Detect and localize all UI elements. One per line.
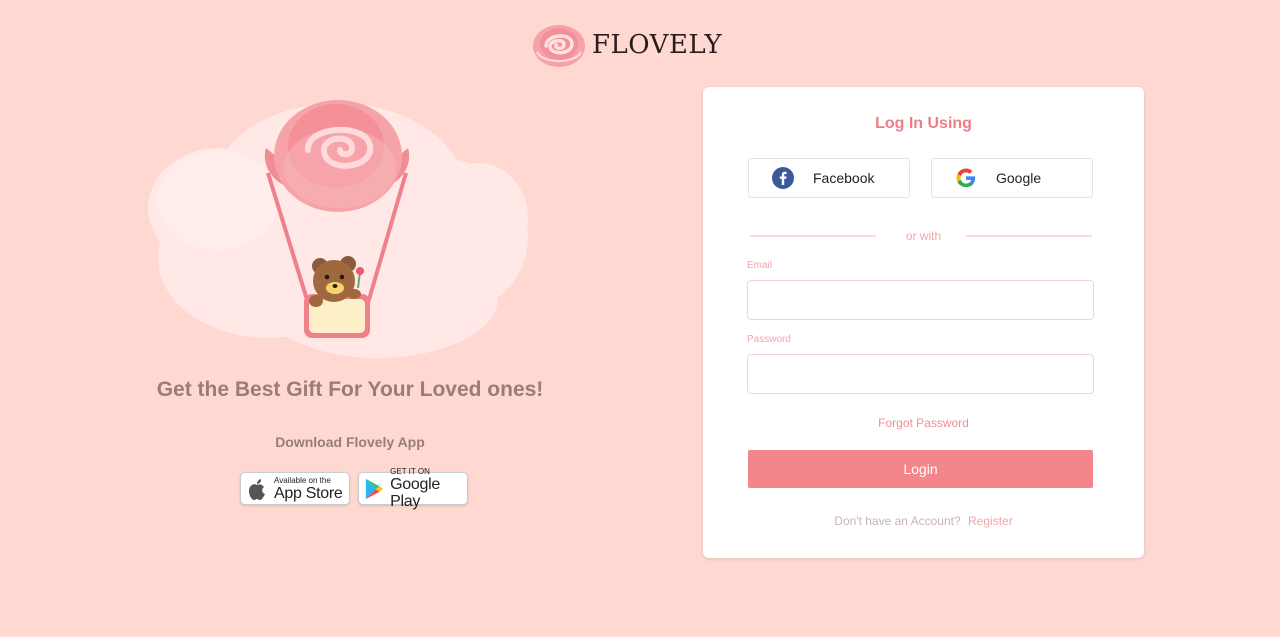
no-account-text: Don't have an Account? [834,514,961,528]
brand-name: FLOVELY [592,30,723,60]
google-play-big-text: Google Play [390,476,440,510]
app-store-small-text: Available on the [274,475,331,485]
divider-right [966,235,1092,237]
brand-header[interactable]: FLOVELY [532,22,722,68]
google-login-button[interactable]: Google [931,158,1093,198]
google-play-icon [365,478,384,499]
email-label: Email [747,260,773,271]
hero-tagline: Get the Best Gift For Your Loved ones! [156,378,544,401]
rose-logo-icon [533,25,585,67]
password-field[interactable] [747,354,1094,394]
facebook-label: Facebook [813,170,875,186]
hot-air-balloon-illustration [148,100,528,358]
app-store-button[interactable]: Available on the App Store [240,472,350,505]
apple-icon [249,478,265,500]
google-play-small-text: GET IT ON [390,467,430,476]
register-link[interactable]: Register [968,514,1013,528]
login-card: Log In Using Facebook Google or with Ema… [703,87,1144,558]
google-icon [954,166,978,190]
facebook-icon [771,166,795,190]
login-title: Log In Using [875,115,972,132]
facebook-login-button[interactable]: Facebook [748,158,910,198]
email-field[interactable] [747,280,1094,320]
register-row: Don't have an Account? Register [703,514,1144,528]
login-button[interactable]: Login [748,450,1093,488]
password-label: Password [747,334,791,345]
google-label: Google [996,170,1042,186]
google-play-button[interactable]: GET IT ON Google Play [358,467,468,510]
app-store-big-text: App Store [274,484,343,502]
download-app-label: Download Flovely App [275,434,425,450]
forgot-password-link[interactable]: Forgot Password [703,416,1144,430]
